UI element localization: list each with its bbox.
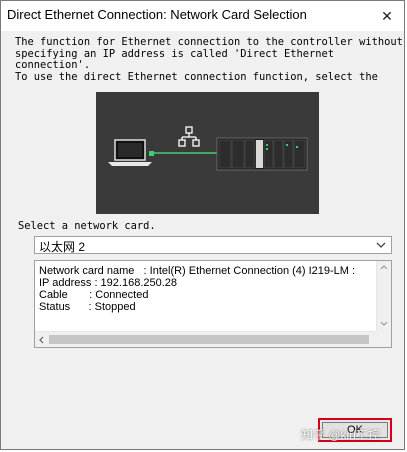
window-title: Direct Ethernet Connection: Network Card… — [7, 7, 307, 22]
description-line: specifying an IP address is called 'Dire… — [15, 47, 335, 60]
dialog-window: Direct Ethernet Connection: Network Card… — [0, 0, 405, 450]
vertical-scrollbar[interactable] — [376, 261, 391, 331]
connection-diagram — [96, 92, 319, 214]
scroll-down-icon[interactable] — [380, 321, 388, 327]
scroll-corner — [375, 331, 391, 347]
description-line: The function for Ethernet connection to … — [15, 36, 403, 48]
info-line: Status : Stopped — [39, 301, 136, 313]
chevron-down-icon — [376, 242, 386, 248]
network-card-selected: 以太网 2 — [39, 240, 86, 254]
info-line: Cable : Connected — [39, 289, 149, 301]
description-text: The function for Ethernet connection to … — [15, 36, 403, 83]
scroll-up-icon[interactable] — [380, 264, 388, 270]
network-card-dropdown[interactable]: 以太网 2 — [34, 236, 392, 254]
title-bar: Direct Ethernet Connection: Network Card… — [1, 1, 404, 31]
close-button[interactable]: ✕ — [376, 5, 398, 27]
network-card-label: Select a network card. — [18, 220, 156, 232]
network-icon — [178, 126, 200, 147]
description-line: To use the direct Ethernet connection fu… — [15, 70, 378, 83]
network-card-info: Network card name : Intel(R) Ethernet Co… — [34, 260, 392, 348]
watermark: 知乎 @kiri工控 — [301, 428, 380, 442]
horizontal-scrollbar[interactable] — [35, 331, 376, 347]
info-line: IP address : 192.168.250.28 — [39, 277, 178, 289]
controller-icon — [216, 137, 308, 171]
description-line: connection'. — [15, 59, 91, 72]
info-line: Network card name : Intel(R) Ethernet Co… — [39, 265, 359, 277]
horizontal-scroll-thumb[interactable] — [49, 335, 369, 344]
laptop-icon — [108, 139, 152, 166]
scroll-left-icon[interactable] — [38, 336, 44, 344]
